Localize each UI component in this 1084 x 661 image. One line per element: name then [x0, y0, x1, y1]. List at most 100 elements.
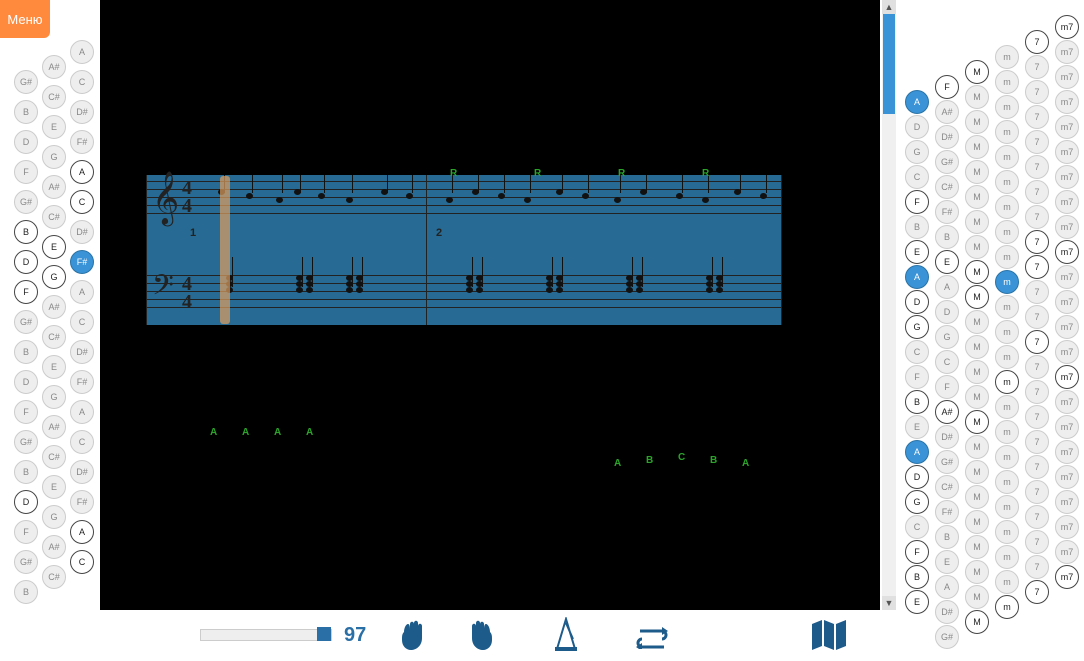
key-Gsharp[interactable]: G#	[14, 430, 38, 454]
key-G[interactable]: G	[905, 490, 929, 514]
key-Asharp[interactable]: A#	[42, 535, 66, 559]
key-Csharp[interactable]: C#	[42, 85, 66, 109]
key-A[interactable]: A	[905, 265, 929, 289]
key-C[interactable]: C	[70, 550, 94, 574]
key-Gsharp[interactable]: G#	[14, 550, 38, 574]
key-7[interactable]: 7	[1025, 330, 1049, 354]
key-m[interactable]: m	[995, 45, 1019, 69]
key-Dsharp[interactable]: D#	[935, 600, 959, 624]
key-M[interactable]: M	[965, 585, 989, 609]
key-A[interactable]: A	[70, 160, 94, 184]
key-Csharp[interactable]: C#	[935, 475, 959, 499]
key-B[interactable]: B	[14, 340, 38, 364]
key-Fsharp[interactable]: F#	[70, 130, 94, 154]
key-Dsharp[interactable]: D#	[935, 425, 959, 449]
key-m[interactable]: m	[995, 95, 1019, 119]
key-Fsharp[interactable]: F#	[935, 500, 959, 524]
key-Dsharp[interactable]: D#	[70, 340, 94, 364]
key-Fsharp[interactable]: F#	[70, 490, 94, 514]
key-m7[interactable]: m7	[1055, 90, 1079, 114]
key-C[interactable]: C	[905, 515, 929, 539]
key-F[interactable]: F	[905, 540, 929, 564]
scroll-down-icon[interactable]: ▼	[882, 596, 896, 610]
key-7[interactable]: 7	[1025, 380, 1049, 404]
key-B[interactable]: B	[14, 580, 38, 604]
key-m7[interactable]: m7	[1055, 165, 1079, 189]
key-M[interactable]: M	[965, 85, 989, 109]
key-G[interactable]: G	[42, 265, 66, 289]
key-7[interactable]: 7	[1025, 530, 1049, 554]
key-A[interactable]: A	[70, 280, 94, 304]
key-E[interactable]: E	[42, 355, 66, 379]
key-Fsharp[interactable]: F#	[70, 370, 94, 394]
key-7[interactable]: 7	[1025, 180, 1049, 204]
key-m7[interactable]: m7	[1055, 15, 1079, 39]
key-M[interactable]: M	[965, 185, 989, 209]
key-Fsharp[interactable]: F#	[70, 250, 94, 274]
key-D[interactable]: D	[935, 300, 959, 324]
key-m7[interactable]: m7	[1055, 115, 1079, 139]
key-A[interactable]: A	[70, 40, 94, 64]
key-M[interactable]: M	[965, 335, 989, 359]
menu-button[interactable]: Меню	[0, 0, 50, 38]
key-E[interactable]: E	[905, 240, 929, 264]
key-7[interactable]: 7	[1025, 105, 1049, 129]
key-M[interactable]: M	[965, 610, 989, 634]
key-m[interactable]: m	[995, 470, 1019, 494]
key-M[interactable]: M	[965, 535, 989, 559]
key-Asharp[interactable]: A#	[42, 295, 66, 319]
key-D[interactable]: D	[905, 465, 929, 489]
key-M[interactable]: M	[965, 510, 989, 534]
key-m7[interactable]: m7	[1055, 465, 1079, 489]
key-Gsharp[interactable]: G#	[14, 190, 38, 214]
key-m[interactable]: m	[995, 245, 1019, 269]
key-Csharp[interactable]: C#	[42, 565, 66, 589]
key-M[interactable]: M	[965, 260, 989, 284]
scroll-up-icon[interactable]: ▲	[882, 0, 896, 14]
key-7[interactable]: 7	[1025, 55, 1049, 79]
key-7[interactable]: 7	[1025, 405, 1049, 429]
key-E[interactable]: E	[935, 550, 959, 574]
key-G[interactable]: G	[42, 505, 66, 529]
key-m[interactable]: m	[995, 495, 1019, 519]
key-C[interactable]: C	[70, 190, 94, 214]
key-m[interactable]: m	[995, 220, 1019, 244]
key-B[interactable]: B	[14, 100, 38, 124]
key-G[interactable]: G	[42, 385, 66, 409]
key-M[interactable]: M	[965, 60, 989, 84]
key-M[interactable]: M	[965, 435, 989, 459]
key-A[interactable]: A	[70, 520, 94, 544]
key-G[interactable]: G	[905, 315, 929, 339]
key-7[interactable]: 7	[1025, 230, 1049, 254]
key-m[interactable]: m	[995, 170, 1019, 194]
key-7[interactable]: 7	[1025, 430, 1049, 454]
right-hand-icon[interactable]	[462, 617, 498, 653]
key-m7[interactable]: m7	[1055, 40, 1079, 64]
key-m7[interactable]: m7	[1055, 190, 1079, 214]
key-Gsharp[interactable]: G#	[935, 150, 959, 174]
score-scrollbar[interactable]: ▲ ▼	[882, 0, 896, 610]
key-7[interactable]: 7	[1025, 130, 1049, 154]
key-D[interactable]: D	[905, 290, 929, 314]
key-m[interactable]: m	[995, 570, 1019, 594]
key-D[interactable]: D	[14, 490, 38, 514]
key-M[interactable]: M	[965, 360, 989, 384]
key-m7[interactable]: m7	[1055, 540, 1079, 564]
key-E[interactable]: E	[935, 250, 959, 274]
key-m7[interactable]: m7	[1055, 515, 1079, 539]
key-m[interactable]: m	[995, 545, 1019, 569]
key-F[interactable]: F	[935, 75, 959, 99]
key-7[interactable]: 7	[1025, 205, 1049, 229]
playback-cursor[interactable]	[220, 176, 230, 324]
key-7[interactable]: 7	[1025, 30, 1049, 54]
key-M[interactable]: M	[965, 460, 989, 484]
key-m[interactable]: m	[995, 520, 1019, 544]
key-Csharp[interactable]: C#	[935, 175, 959, 199]
key-M[interactable]: M	[965, 385, 989, 409]
key-Gsharp[interactable]: G#	[935, 625, 959, 649]
key-D[interactable]: D	[14, 370, 38, 394]
key-G[interactable]: G	[935, 325, 959, 349]
key-m[interactable]: m	[995, 70, 1019, 94]
key-D[interactable]: D	[14, 130, 38, 154]
key-B[interactable]: B	[14, 460, 38, 484]
